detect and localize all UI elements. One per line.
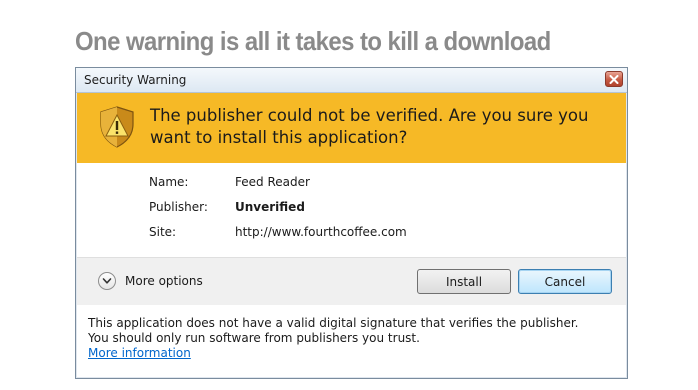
security-warning-dialog: Security Warning The publisher could not… [75, 67, 628, 379]
more-options-toggle[interactable]: More options [98, 272, 203, 290]
detail-value: http://www.fourthcoffee.com [235, 225, 407, 239]
dialog-titlebar[interactable]: Security Warning [76, 68, 627, 93]
detail-value: Unverified [235, 200, 305, 214]
warning-message: The publisher could not be verified. Are… [150, 106, 589, 147]
warning-banner: The publisher could not be verified. Are… [77, 93, 626, 163]
more-options-label[interactable]: More options [125, 274, 203, 288]
page-headline: One warning is all it takes to kill a do… [75, 26, 551, 56]
close-button[interactable] [605, 71, 623, 87]
dialog-footer: This application does not have a valid d… [88, 316, 618, 361]
dialog-title: Security Warning [84, 73, 187, 87]
shield-warning-icon [100, 106, 134, 148]
detail-label: Publisher: [149, 200, 208, 214]
close-icon [609, 74, 619, 84]
action-strip: More options Install Cancel [77, 257, 626, 305]
detail-label: Name: [149, 175, 189, 189]
detail-value: Feed Reader [235, 175, 310, 189]
cancel-button[interactable]: Cancel [518, 269, 612, 294]
chevron-down-icon[interactable] [98, 272, 116, 290]
install-button[interactable]: Install [417, 269, 511, 294]
detail-label: Site: [149, 225, 177, 239]
footer-text-line1: This application does not have a valid d… [88, 316, 579, 330]
more-information-link[interactable]: More information [88, 346, 191, 361]
footer-text-line2: You should only run software from publis… [88, 331, 420, 345]
